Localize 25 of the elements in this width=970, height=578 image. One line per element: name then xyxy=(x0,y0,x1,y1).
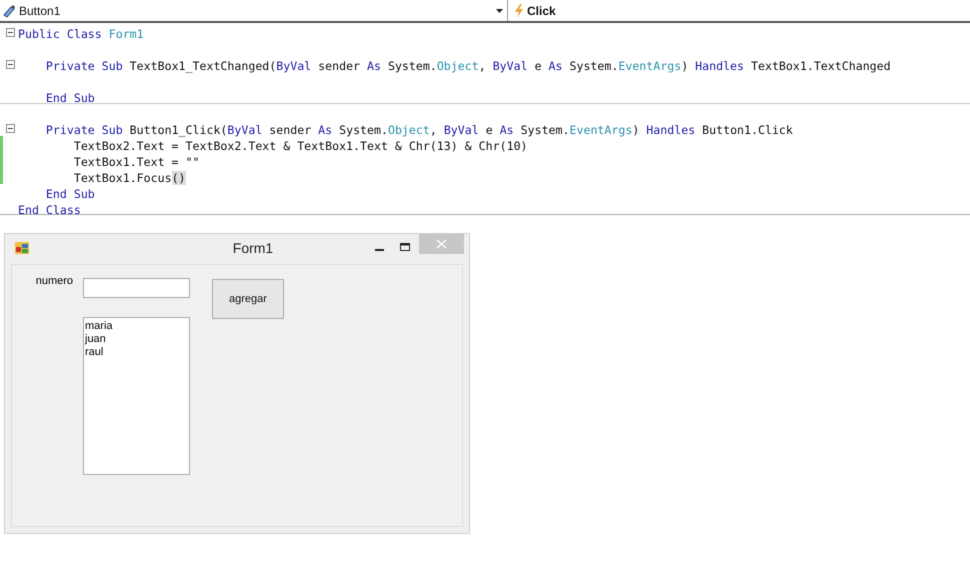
window-title: Form1 xyxy=(232,240,274,256)
code-line: TextBox1.Focus() xyxy=(72,170,186,184)
code-line: TextBox2.Text = TextBox2.Text & TextBox1.Text & Chr(13) & Chr(10) xyxy=(72,138,528,152)
add-button[interactable]: agregar xyxy=(212,279,284,319)
code-line: End Sub xyxy=(44,186,95,200)
code-line: Private Sub TextBox1_TextChanged(ByVal sender As System.Object, ByVal e As System.EventArgs) Handles TextBox1.TextChanged xyxy=(44,58,891,72)
object-dropdown[interactable]: Button1 xyxy=(0,0,508,21)
caret-icon xyxy=(496,8,503,12)
collapse-icon[interactable] xyxy=(6,124,15,133)
event-dropdown[interactable]: Click xyxy=(508,0,970,21)
app-icon xyxy=(15,242,29,254)
dropdown-value: Button1 xyxy=(19,4,60,18)
dropdown-value: Click xyxy=(527,4,556,18)
pencil-icon xyxy=(2,4,16,18)
collapse-icon[interactable] xyxy=(6,28,15,37)
code-line: Public Class Form1 xyxy=(18,26,144,40)
code-line: End Sub xyxy=(44,90,95,104)
code-line: TextBox1.Text = "" xyxy=(72,154,200,168)
lightning-icon xyxy=(514,4,524,18)
text-input[interactable] xyxy=(83,278,190,298)
collapse-icon[interactable] xyxy=(6,60,15,69)
code-line: End Class xyxy=(18,202,81,216)
field-label: numero xyxy=(36,275,73,287)
multiline-textbox[interactable]: maria juan raul xyxy=(83,317,190,475)
code-line: Private Sub Button1_Click(ByVal sender As System.Object, ByVal e As System.EventArgs) Handles Button1.Click xyxy=(44,122,793,136)
